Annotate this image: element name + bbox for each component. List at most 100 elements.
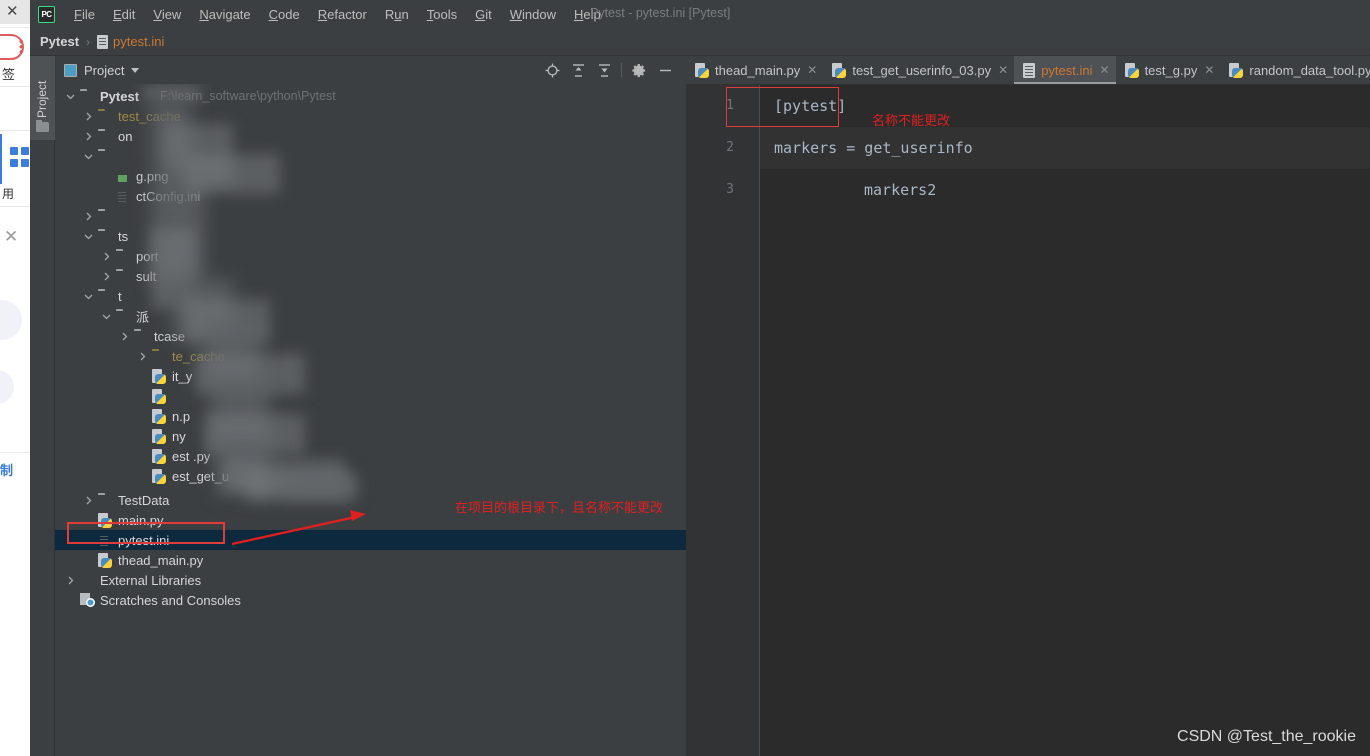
menu-item-git[interactable]: Git	[466, 5, 501, 24]
code-line[interactable]: [pytest]	[760, 85, 1370, 127]
tree-row[interactable]: te_cache	[55, 346, 686, 366]
menu-item-edit[interactable]: Edit	[104, 5, 144, 24]
chevron-right-icon[interactable]	[137, 351, 147, 361]
locate-target-icon[interactable]	[539, 57, 565, 83]
tree-row[interactable]: t	[55, 286, 686, 306]
tool-window-tab-project[interactable]: Project	[30, 56, 55, 140]
editor-tab[interactable]: thead_main.py ✕	[686, 56, 823, 84]
chevron-down-icon[interactable]	[65, 91, 75, 101]
chevron-right-icon[interactable]	[83, 211, 93, 221]
tree-row[interactable]: n.p	[55, 406, 686, 426]
menu-item-window[interactable]: Window	[501, 5, 565, 24]
tree-row-label: ts	[118, 228, 129, 244]
tree-row-icon	[98, 288, 114, 304]
tree-row[interactable]: Scratches and Consoles	[55, 590, 686, 610]
editor-tab-bar: thead_main.py ✕ test_get_userinfo_03.py ✕ py…	[686, 56, 1370, 85]
more-options-icon[interactable]: • • •	[19, 35, 24, 58]
tree-row[interactable]: ny	[55, 426, 686, 446]
tree-row-icon	[152, 468, 168, 484]
menu-bar: PC File Edit View Navigate Code Refactor…	[30, 0, 1370, 28]
tree-row[interactable]: ts	[55, 226, 686, 246]
editor-tab[interactable]: test_g.py ✕	[1116, 56, 1221, 84]
tree-row[interactable]: g.png	[55, 166, 686, 186]
close-icon[interactable]: ✕	[6, 4, 19, 19]
grid-icon[interactable]	[0, 134, 30, 184]
menu-item-run[interactable]: Run	[376, 5, 418, 24]
tree-row-label: port	[136, 248, 159, 264]
chevron-down-icon[interactable]	[101, 311, 111, 321]
tree-row[interactable]: est_get_u	[55, 466, 686, 486]
tree-row-icon	[80, 572, 96, 588]
tree-row[interactable]: on	[55, 126, 686, 146]
tree-row[interactable]: thead_main.py	[55, 550, 686, 570]
menu-item-code[interactable]: Code	[260, 5, 309, 24]
tree-row-label: g.png	[136, 168, 169, 184]
chevron-down-icon[interactable]	[83, 291, 93, 301]
code-line[interactable]: markers = get_userinfo	[760, 127, 1370, 169]
tool-window-tab-project-label: Project	[35, 80, 49, 118]
editor-tab[interactable]: pytest.ini ✕	[1014, 56, 1116, 84]
tree-row[interactable]	[55, 386, 686, 406]
tree-row[interactable]	[55, 146, 686, 166]
tree-row[interactable]: it_y	[55, 366, 686, 386]
chevron-right-icon[interactable]	[65, 575, 75, 585]
tree-row[interactable]: sult	[55, 266, 686, 286]
pycharm-logo-icon: PC	[38, 5, 55, 23]
editor-code-area[interactable]: [pytest] markers = get_userinfo markers2	[760, 85, 1370, 756]
breadcrumb-root[interactable]: Pytest	[40, 34, 79, 49]
expand-all-icon[interactable]	[565, 57, 591, 83]
code-line[interactable]: markers2	[760, 169, 1370, 211]
minimize-icon[interactable]	[652, 57, 678, 83]
code-line-text: markers = get_userinfo	[774, 139, 973, 157]
chevron-down-icon[interactable]	[131, 67, 140, 73]
chevron-right-icon[interactable]	[83, 495, 93, 505]
tree-row-icon	[116, 268, 132, 284]
tree-row[interactable]: ctConfig.ini	[55, 186, 686, 206]
ide-window: PC File Edit View Navigate Code Refactor…	[30, 0, 1370, 756]
close-icon[interactable]: ✕	[998, 64, 1008, 76]
chevron-down-icon[interactable]	[83, 231, 93, 241]
project-tree[interactable]: Pytest F:\learn_software\python\Pytest tes…	[55, 84, 686, 756]
chevron-right-icon[interactable]	[101, 271, 111, 281]
tree-row[interactable]: Pytest F:\learn_software\python\Pytest	[55, 86, 686, 106]
tree-row-icon	[80, 88, 96, 104]
tree-row[interactable]: test_cache	[55, 106, 686, 126]
gear-icon[interactable]	[626, 57, 652, 83]
ini-file-icon	[97, 34, 109, 49]
tree-row-icon	[152, 368, 168, 384]
editor-tab[interactable]: test_get_userinfo_03.py ✕	[823, 56, 1014, 84]
menu-item-navigate[interactable]: Navigate	[190, 5, 259, 24]
tree-row[interactable]: External Libraries	[55, 570, 686, 590]
tree-row[interactable]: port	[55, 246, 686, 266]
editor-tab[interactable]: random_data_tool.py✕	[1220, 56, 1370, 84]
chevron-right-icon[interactable]	[101, 251, 111, 261]
decorative-blob	[0, 370, 14, 404]
tree-row-icon	[134, 328, 150, 344]
tree-row-label: on	[118, 128, 133, 144]
strip-label-2: 用	[2, 187, 15, 201]
tree-row[interactable]: est .py	[55, 446, 686, 466]
tree-row[interactable]: 派	[55, 306, 686, 326]
chevron-right-icon[interactable]	[83, 111, 93, 121]
tree-row-label: test_cache	[118, 108, 181, 124]
close-icon-secondary[interactable]: ✕	[4, 228, 18, 245]
close-icon[interactable]: ✕	[1204, 64, 1214, 76]
tree-row[interactable]	[55, 206, 686, 226]
close-icon[interactable]: ✕	[1100, 64, 1110, 76]
breadcrumb-file[interactable]: pytest.ini	[113, 34, 164, 49]
tree-row[interactable]: tcase	[55, 326, 686, 346]
menu-item-refactor[interactable]: Refactor	[309, 5, 376, 24]
ini-file-icon	[1023, 62, 1036, 78]
editor-fold-strip[interactable]	[744, 85, 760, 756]
breadcrumb: Pytest › pytest.ini	[30, 28, 1370, 56]
menu-item-file[interactable]: File	[65, 5, 104, 24]
python-file-icon	[695, 62, 709, 78]
chevron-right-icon[interactable]	[83, 131, 93, 141]
chevron-down-icon[interactable]	[83, 151, 93, 161]
chevron-right-icon[interactable]	[119, 331, 129, 341]
decorative-blob	[0, 300, 22, 340]
collapse-all-icon[interactable]	[591, 57, 617, 83]
menu-item-view[interactable]: View	[144, 5, 190, 24]
menu-item-tools[interactable]: Tools	[418, 5, 466, 24]
close-icon[interactable]: ✕	[807, 64, 817, 76]
